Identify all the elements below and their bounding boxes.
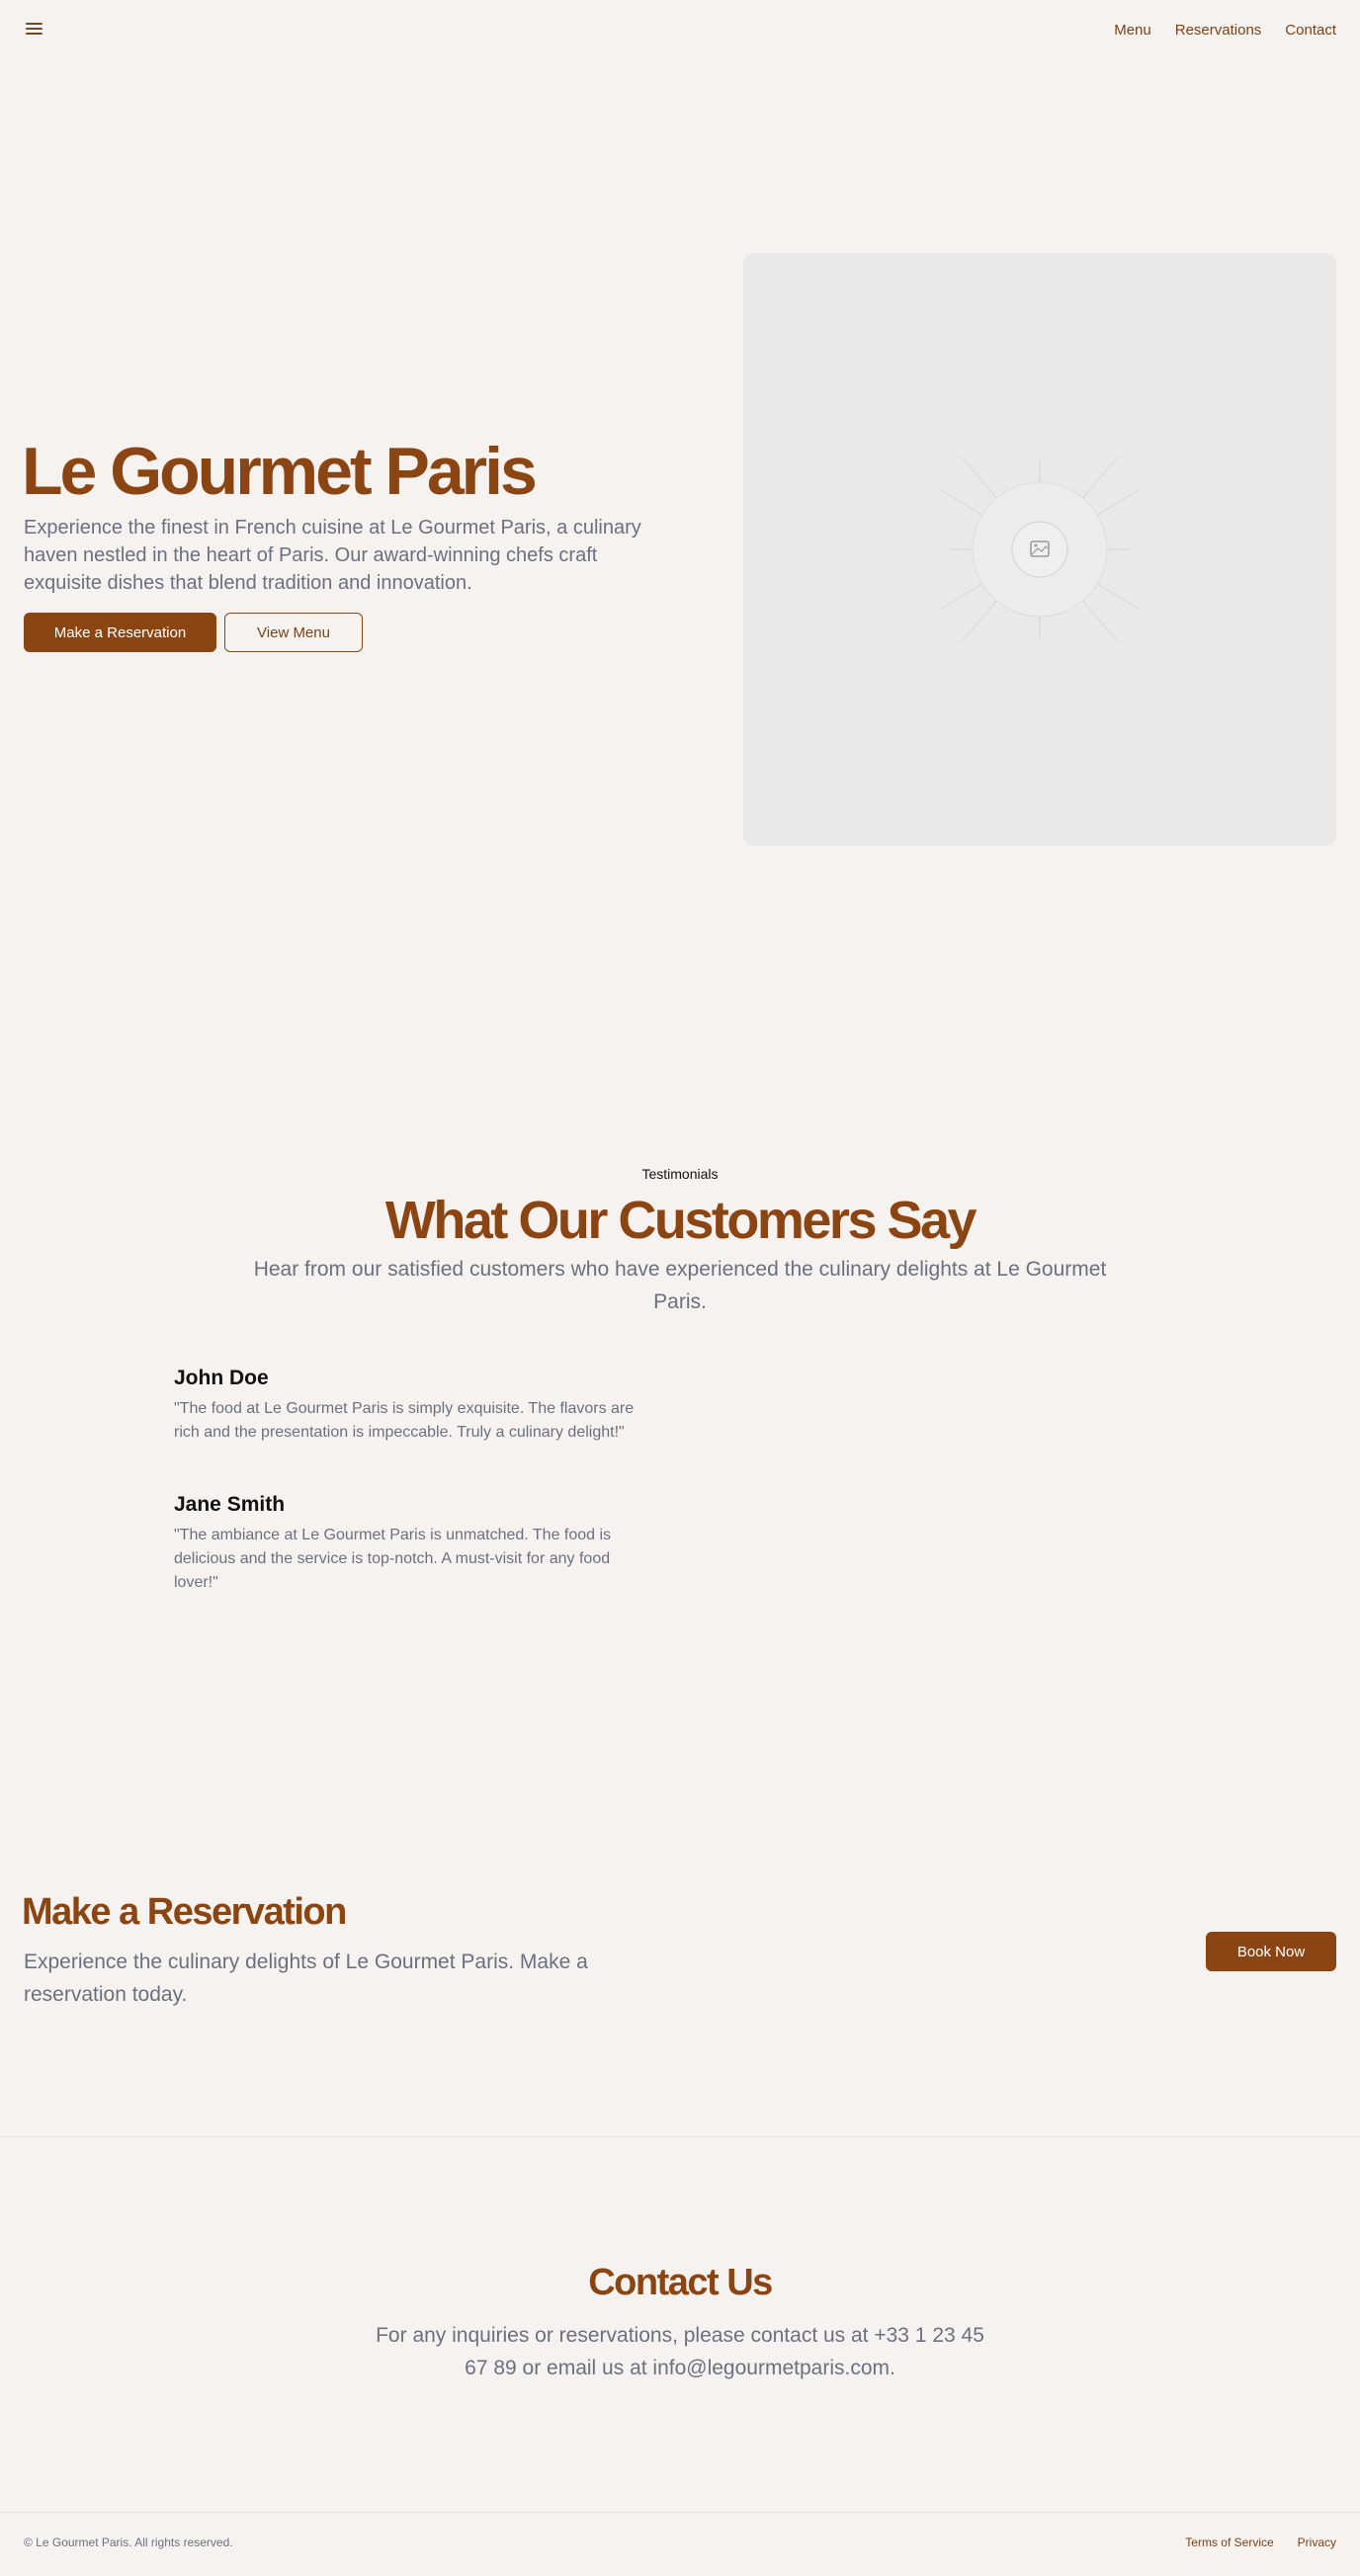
privacy-link[interactable]: Privacy (1298, 2535, 1336, 2549)
hamburger-menu-icon[interactable] (24, 20, 45, 38)
review-text: "The ambiance at Le Gourmet Paris is unm… (174, 1527, 612, 1591)
top-nav: Menu Reservations Contact (1114, 22, 1336, 39)
section-divider (0, 2136, 1360, 2137)
testimonials-title: What Our Customers Say (384, 1191, 978, 1250)
hero-image-placeholder (743, 253, 1336, 846)
image-placeholder-icon (940, 455, 1140, 644)
make-reservation-button[interactable]: Make a Reservation (24, 613, 216, 652)
nav-link-reservations[interactable]: Reservations (1175, 22, 1262, 39)
terms-of-service-link[interactable]: Terms of Service (1185, 2535, 1273, 2549)
view-menu-button[interactable]: View Menu (224, 613, 363, 652)
reservation-description: Experience the culinary delights of Le G… (24, 1951, 588, 2006)
review-author: Jane Smith (174, 1493, 286, 1516)
footer-links: Terms of Service Privacy (1185, 2535, 1336, 2549)
contact-title: Contact Us (588, 2262, 773, 2303)
testimonials-eyebrow: Testimonials (641, 1166, 719, 1182)
nav-link-menu[interactable]: Menu (1114, 22, 1151, 39)
footer-divider (0, 2512, 1360, 2513)
nav-link-contact[interactable]: Contact (1285, 22, 1336, 39)
testimonials-subtitle: Hear from our satisfied customers who ha… (253, 1258, 1107, 1313)
review-text: "The food at Le Gourmet Paris is simply … (174, 1400, 635, 1441)
review-author: John Doe (174, 1367, 269, 1389)
contact-text: For any inquiries or reservations, pleas… (376, 2324, 984, 2379)
book-now-button[interactable]: Book Now (1206, 1932, 1336, 1971)
reservation-title: Make a Reservation (22, 1891, 347, 1933)
copyright-text: © Le Gourmet Paris. All rights reserved. (24, 2535, 233, 2549)
hero-title: Le Gourmet Paris (22, 434, 538, 509)
hero-description: Experience the finest in French cuisine … (24, 517, 641, 594)
